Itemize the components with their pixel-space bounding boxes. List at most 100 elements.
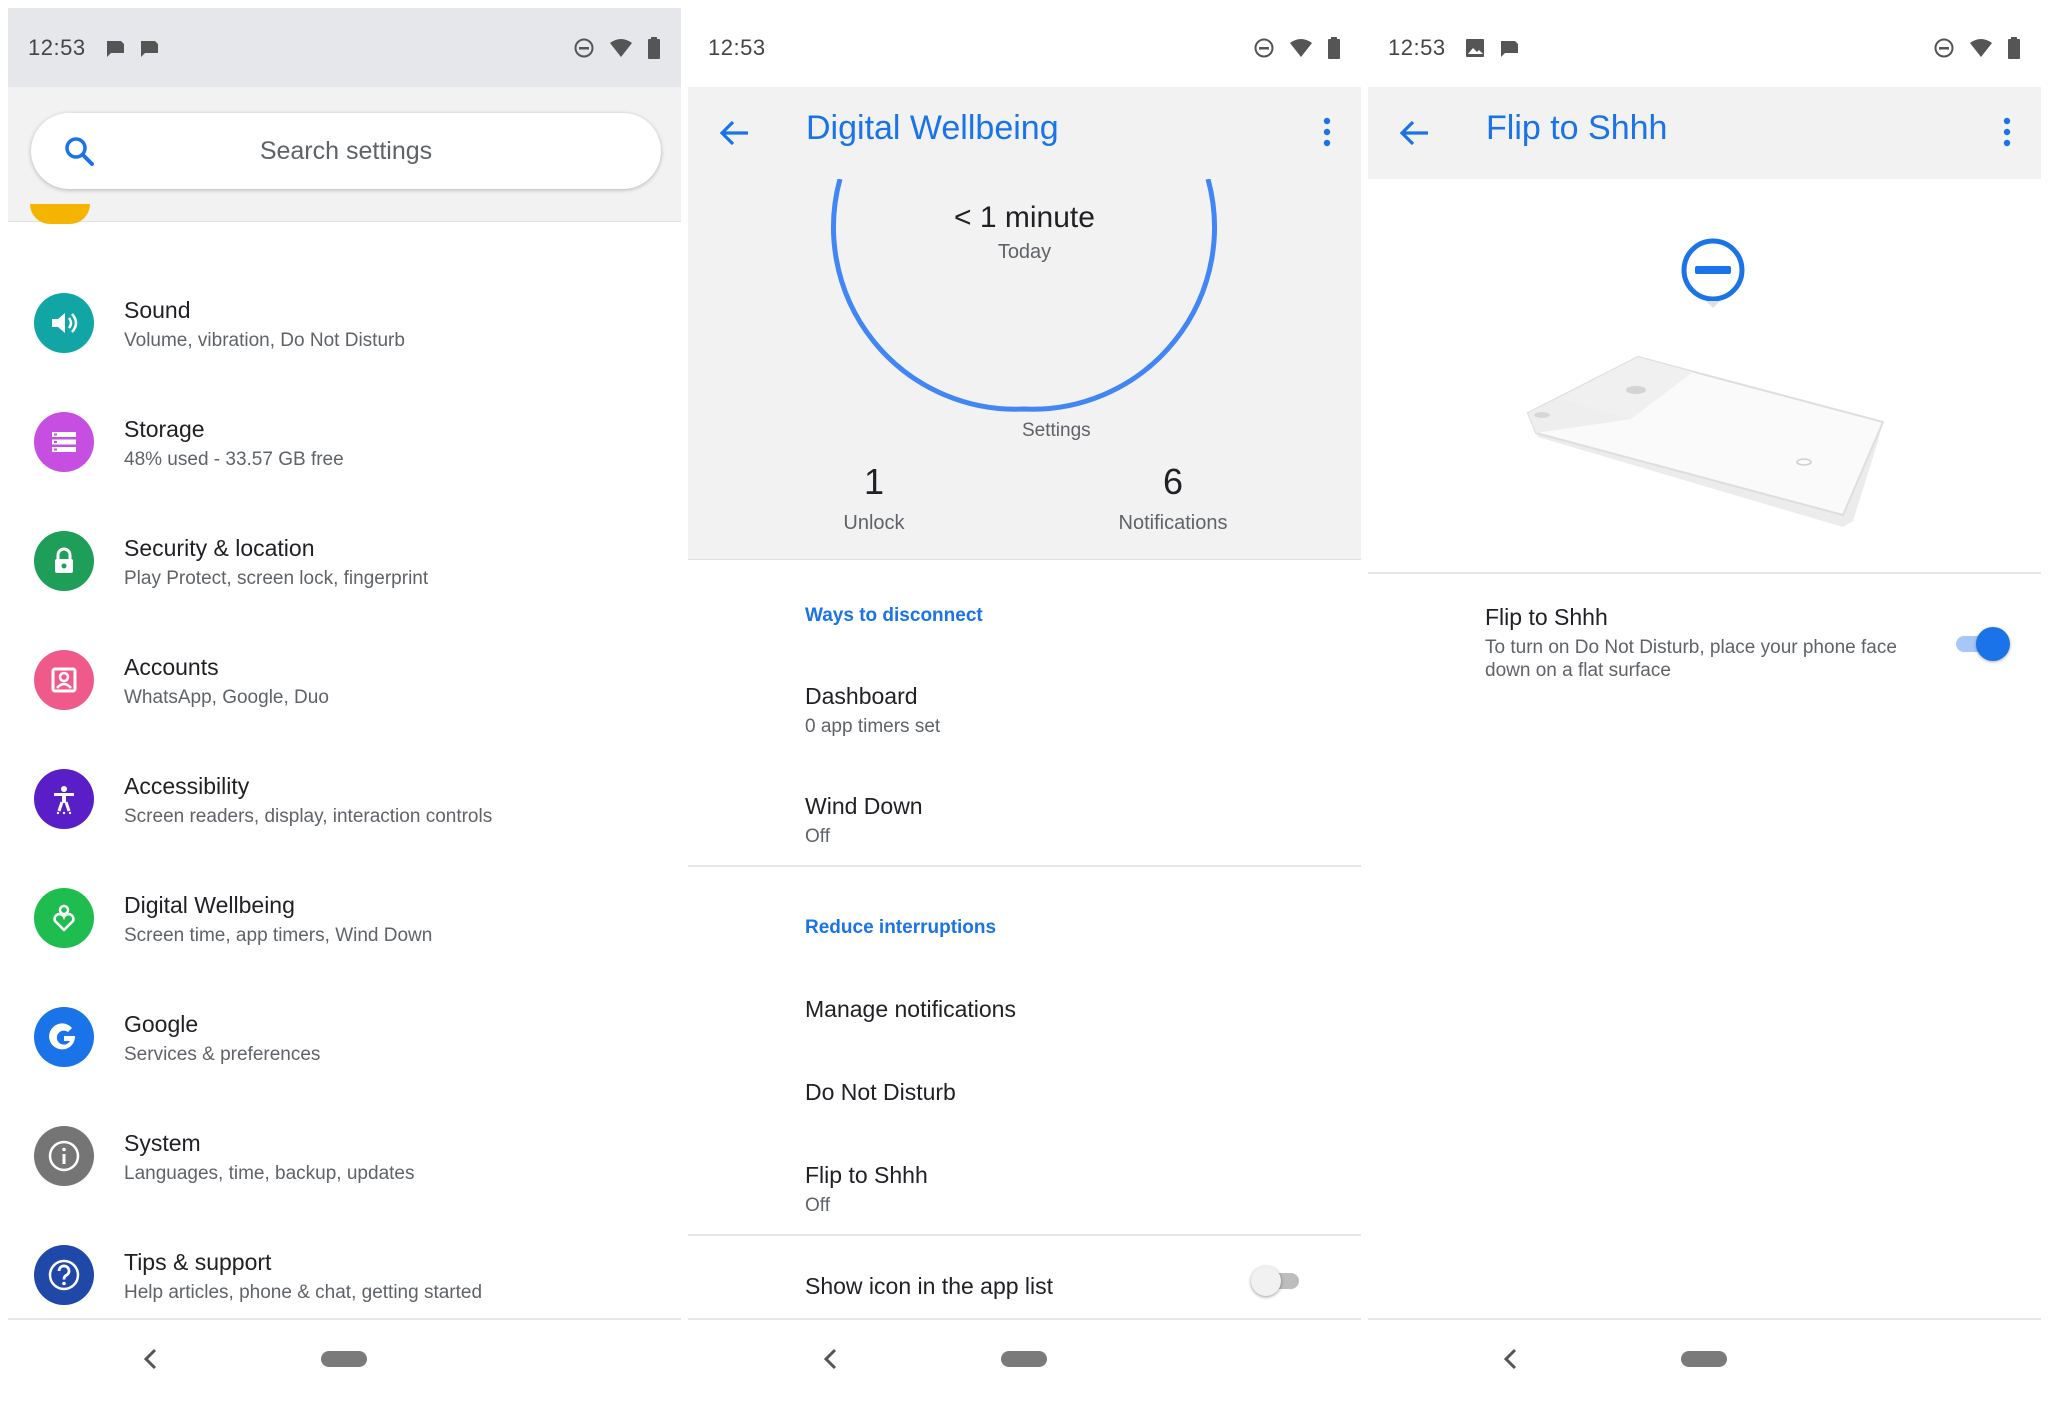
settings-item-subtitle: Play Protect, screen lock, fingerprint — [124, 568, 429, 589]
settings-item-title: Digital Wellbeing — [124, 892, 295, 918]
status-bar: 12:53 — [8, 8, 681, 87]
home-button[interactable] — [1001, 1351, 1047, 1367]
toggle-thumb — [1976, 627, 2010, 661]
settings-item-subtitle: 48% used - 33.57 GB free — [124, 449, 344, 470]
digital-wellbeing-screen: 12:53 Digital Wellbeing < 1 minute Today… — [688, 8, 1361, 1398]
back-arrow-icon[interactable] — [718, 118, 750, 148]
lock-icon — [34, 531, 94, 591]
notifications-count: 6 — [1162, 461, 1184, 502]
row-subtitle: Off — [805, 1195, 830, 1216]
navigation-bar — [688, 1318, 1361, 1398]
do-not-disturb-row[interactable]: Do Not Disturb — [805, 1079, 956, 1106]
row-title: Flip to Shhh — [805, 1162, 928, 1188]
screen-time-value: < 1 minute — [954, 201, 1095, 234]
flip-to-shhh-screen: 12:53 Flip to Shhh Flip to Shhh To turn … — [1368, 8, 2041, 1398]
app-bar: Digital Wellbeing — [688, 87, 1361, 179]
settings-item-title: Security & location — [124, 535, 315, 561]
volume-icon — [34, 293, 94, 353]
battery-icon — [2008, 36, 2020, 59]
battery-icon — [1328, 36, 1340, 59]
row-subtitle: 0 app timers set — [805, 716, 941, 737]
page-title: Digital Wellbeing — [806, 109, 1059, 147]
back-nav-icon[interactable] — [1498, 1346, 1524, 1372]
wifi-icon — [1290, 38, 1312, 57]
chat-notification-icon — [106, 40, 124, 57]
row-title: Wind Down — [805, 793, 923, 819]
show-icon-row-label: Show icon in the app list — [805, 1273, 1054, 1299]
settings-item-accounts[interactable]: Accounts WhatsApp, Google, Duo — [8, 630, 681, 748]
more-options-icon[interactable] — [2003, 116, 2011, 148]
settings-item-title: Accessibility — [124, 773, 250, 799]
settings-item-subtitle: Screen readers, display, interaction con… — [124, 806, 493, 827]
chat-notification-icon — [140, 40, 158, 57]
setting-description: To turn on Do Not Disturb, place your ph… — [1485, 637, 1897, 681]
section-divider — [688, 865, 1361, 867]
toggle-thumb — [1251, 1266, 1281, 1296]
settings-item-title: Tips & support — [124, 1249, 272, 1275]
row-subtitle: Off — [805, 826, 830, 847]
settings-item-security[interactable]: Security & location Play Protect, screen… — [8, 511, 681, 629]
settings-item-sound[interactable]: Sound Volume, vibration, Do Not Disturb — [8, 273, 681, 391]
unlocks-count: 1 — [863, 461, 885, 502]
google-icon — [34, 1007, 94, 1067]
status-time: 12:53 — [708, 34, 766, 60]
image-notification-icon — [1465, 38, 1484, 57]
wifi-icon — [1970, 38, 1992, 57]
settings-item-title: System — [124, 1130, 201, 1156]
storage-icon — [34, 412, 94, 472]
settings-item-title: Storage — [124, 416, 205, 442]
account-icon — [34, 650, 94, 710]
navigation-bar — [1368, 1318, 2041, 1398]
settings-item-storage[interactable]: Storage 48% used - 33.57 GB free — [8, 392, 681, 510]
settings-item-subtitle: WhatsApp, Google, Duo — [124, 687, 329, 708]
status-bar: 12:53 — [688, 8, 1361, 87]
settings-item-subtitle: Screen time, app timers, Wind Down — [124, 925, 433, 946]
back-nav-icon[interactable] — [138, 1346, 164, 1372]
do-not-disturb-icon — [574, 38, 594, 57]
screen-time-period: Today — [997, 241, 1052, 263]
back-nav-icon[interactable] — [818, 1346, 844, 1372]
settings-item-subtitle: Help articles, phone & chat, getting sta… — [124, 1282, 483, 1303]
status-time: 12:53 — [28, 34, 86, 60]
do-not-disturb-icon — [1934, 38, 1954, 57]
app-bar: Flip to Shhh — [1368, 87, 2041, 179]
status-bar: 12:53 — [1368, 8, 2041, 87]
ring-app-label: Settings — [1022, 420, 1091, 441]
home-button[interactable] — [321, 1351, 367, 1367]
status-time: 12:53 — [1388, 34, 1446, 60]
settings-item-system[interactable]: System Languages, time, backup, updates — [8, 1106, 681, 1224]
settings-item-digital-wellbeing[interactable]: Digital Wellbeing Screen time, app timer… — [8, 868, 681, 986]
settings-item-title: Accounts — [124, 654, 219, 680]
battery-icon — [648, 36, 660, 59]
flip-to-shhh-toggle[interactable] — [1954, 626, 2010, 662]
settings-screen: 12:53 Search settings Sound Volume, vibr… — [8, 8, 681, 1398]
settings-item-google[interactable]: Google Services & preferences — [8, 987, 681, 1105]
unlocks-label: Unlock — [843, 512, 905, 534]
wifi-icon — [610, 38, 632, 57]
search-placeholder: Search settings — [259, 137, 433, 165]
search-area: Search settings — [8, 87, 681, 222]
navigation-bar — [8, 1318, 681, 1398]
section-divider — [1368, 572, 2041, 574]
back-arrow-icon[interactable] — [1398, 118, 1430, 148]
phone-face-down-illustration — [1526, 238, 1885, 527]
wellbeing-heart-icon — [34, 888, 94, 948]
section-header-ways-to-disconnect: Ways to disconnect — [805, 605, 983, 626]
info-icon — [34, 1126, 94, 1186]
settings-item-title: Google — [124, 1011, 199, 1037]
chat-notification-icon — [1500, 40, 1518, 57]
more-options-icon[interactable] — [1323, 116, 1331, 148]
manage-notifications-row[interactable]: Manage notifications — [805, 996, 1016, 1023]
settings-item-subtitle: Languages, time, backup, updates — [124, 1163, 415, 1184]
section-divider — [688, 1234, 1361, 1236]
settings-item-subtitle: Services & preferences — [124, 1044, 321, 1065]
usage-dashboard: < 1 minute Today Settings 1 Unlock 6 Not… — [688, 179, 1361, 560]
home-button[interactable] — [1681, 1351, 1727, 1367]
search-input[interactable]: Search settings — [31, 113, 661, 189]
show-icon-toggle[interactable] — [1251, 1264, 1307, 1298]
help-icon — [34, 1245, 94, 1305]
settings-item-subtitle: Volume, vibration, Do Not Disturb — [124, 330, 405, 351]
section-header-reduce-interruptions: Reduce interruptions — [805, 917, 997, 938]
settings-item-accessibility[interactable]: Accessibility Screen readers, display, i… — [8, 749, 681, 867]
accessibility-icon — [34, 769, 94, 829]
